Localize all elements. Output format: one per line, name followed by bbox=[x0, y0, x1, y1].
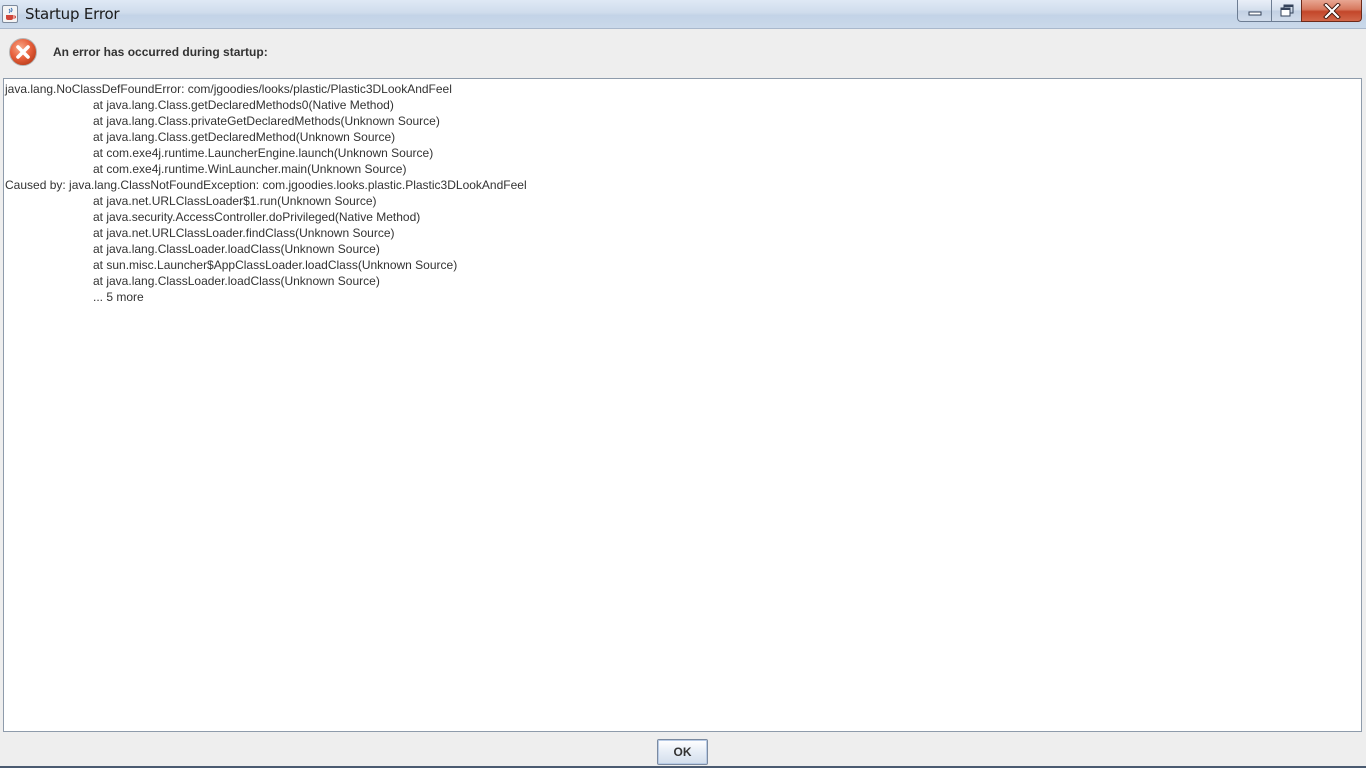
trace-line: at com.exe4j.runtime.LauncherEngine.laun… bbox=[93, 146, 434, 160]
dialog-header: An error has occurred during startup: bbox=[0, 29, 1366, 78]
maximize-button[interactable] bbox=[1271, 0, 1301, 22]
stack-trace-textarea[interactable]: java.lang.NoClassDefFoundError: com/jgoo… bbox=[3, 78, 1362, 732]
trace-line: at java.lang.Class.getDeclaredMethods0(N… bbox=[93, 98, 394, 112]
trace-line: ... 5 more bbox=[93, 290, 144, 304]
trace-line: at sun.misc.Launcher$AppClassLoader.load… bbox=[93, 258, 458, 272]
close-icon bbox=[1322, 2, 1341, 19]
startup-error-dialog: Startup Error An error has occurred duri… bbox=[0, 0, 1366, 768]
minimize-button[interactable] bbox=[1237, 0, 1271, 22]
ok-button[interactable]: OK bbox=[657, 739, 708, 765]
java-cup-icon[interactable] bbox=[2, 5, 18, 23]
close-button[interactable] bbox=[1301, 0, 1362, 22]
trace-line: at java.lang.ClassLoader.loadClass(Unkno… bbox=[93, 274, 380, 288]
trace-line: at java.security.AccessController.doPriv… bbox=[93, 210, 421, 224]
caption-buttons bbox=[1237, 0, 1362, 22]
trace-line: at java.lang.ClassLoader.loadClass(Unkno… bbox=[93, 242, 380, 256]
trace-line: at com.exe4j.runtime.WinLauncher.main(Un… bbox=[93, 162, 407, 176]
error-message: An error has occurred during startup: bbox=[53, 45, 268, 59]
trace-line: at java.lang.Class.getDeclaredMethod(Unk… bbox=[93, 130, 396, 144]
trace-line: at java.lang.Class.privateGetDeclaredMet… bbox=[93, 114, 440, 128]
trace-line: at java.net.URLClassLoader$1.run(Unknown… bbox=[93, 194, 377, 208]
trace-line: at java.net.URLClassLoader.findClass(Unk… bbox=[93, 226, 395, 240]
minimize-icon bbox=[1248, 11, 1261, 15]
title-bar[interactable]: Startup Error bbox=[0, 0, 1366, 29]
error-icon bbox=[9, 38, 37, 66]
restore-icon bbox=[1280, 4, 1293, 16]
trace-line: java.lang.NoClassDefFoundError: com/jgoo… bbox=[5, 82, 452, 96]
trace-line: Caused by: java.lang.ClassNotFoundExcept… bbox=[5, 178, 527, 192]
dialog-footer: OK bbox=[0, 732, 1366, 768]
window-title: Startup Error bbox=[25, 5, 120, 23]
